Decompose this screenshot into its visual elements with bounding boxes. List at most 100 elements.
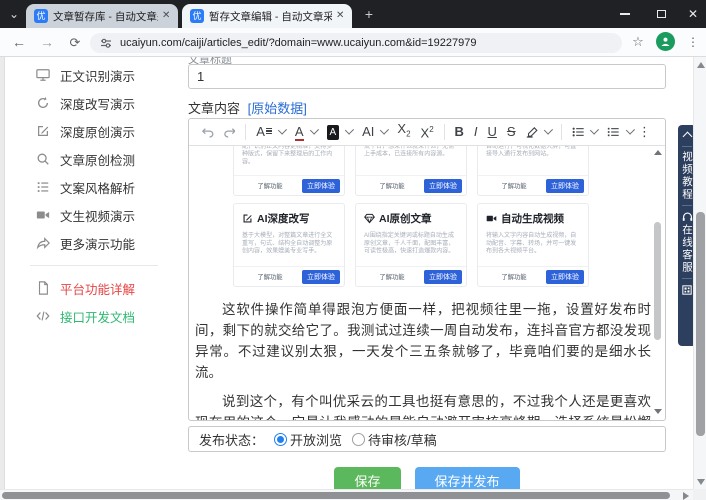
horizontal-scrollbar-thumb[interactable]: [2, 492, 670, 499]
profile-avatar[interactable]: [656, 32, 675, 51]
gem-icon: [364, 213, 375, 224]
scroll-up-arrow-icon[interactable]: [654, 150, 662, 155]
scroll-up-arrow-icon[interactable]: [697, 62, 705, 68]
sidebar-item-more-demos[interactable]: 更多演示功能: [6, 229, 182, 257]
try-now-button[interactable]: 立即体验: [546, 269, 584, 284]
redo-icon[interactable]: [223, 126, 236, 138]
underline-button[interactable]: U: [488, 119, 497, 145]
strikethrough-button[interactable]: S: [507, 119, 516, 145]
try-now-button[interactable]: 立即体验: [546, 178, 584, 193]
radio-open-browse-label[interactable]: 开放浏览: [290, 430, 342, 449]
qr-code-icon[interactable]: [682, 285, 692, 295]
sidebar-item-style-analysis[interactable]: 文案风格解析: [6, 173, 182, 201]
site-settings-icon[interactable]: [100, 37, 112, 49]
publish-status-row: 发布状态： 开放浏览 待审核/草稿: [188, 426, 666, 452]
sidebar-item-deep-original[interactable]: 深度原创演示: [6, 117, 182, 145]
learn-more-link[interactable]: 了解功能: [485, 181, 543, 190]
card-title: AI原创文章: [379, 213, 432, 225]
toolbar-more-icon[interactable]: ⋮: [638, 124, 651, 140]
article-title-input[interactable]: [188, 64, 666, 89]
try-now-button[interactable]: 立即体验: [302, 269, 340, 284]
font-color-button[interactable]: A: [294, 124, 304, 141]
editor-scrollbar[interactable]: [653, 148, 663, 418]
scroll-right-arrow-icon[interactable]: [683, 492, 689, 500]
page-scrollbar-thumb[interactable]: [696, 212, 705, 436]
learn-more-link[interactable]: 了解功能: [241, 181, 299, 190]
tab-close-icon[interactable]: ✕: [162, 11, 172, 21]
favicon-icon: 优: [190, 9, 204, 23]
background-color-button[interactable]: A: [326, 124, 340, 140]
learn-more-link[interactable]: 了解功能: [363, 272, 421, 281]
chevron-down-icon[interactable]: [625, 124, 636, 135]
back-button[interactable]: ←: [10, 34, 28, 52]
chevron-down-icon[interactable]: [380, 124, 390, 135]
sidebar-item-label: 深度原创演示: [60, 125, 136, 140]
save-and-publish-button[interactable]: 保存并发布: [414, 467, 520, 489]
sidebar-item-label: 文章原创检测: [60, 153, 136, 168]
numbered-list-icon[interactable]: [607, 126, 620, 138]
feature-card-ai-article: AI原创文章 AI围绕指定关键词或标题自动生成原创文章，千人千面，配图丰富，可读…: [355, 203, 467, 287]
bold-button[interactable]: B: [455, 119, 464, 145]
panel-divider: [682, 205, 692, 206]
browser-tab-active[interactable]: 优 暂存文章编辑 - 自动文章采集器 ✕: [182, 4, 352, 28]
browser-menu-icon[interactable]: ⋮: [686, 33, 700, 51]
radio-open-browse[interactable]: [274, 432, 288, 446]
try-now-button[interactable]: 立即体验: [302, 178, 340, 193]
browser-tab-inactive[interactable]: 优 文章暂存库 - 自动文章采集器 ✕: [26, 4, 178, 28]
ai-tools-button[interactable]: AI: [362, 119, 374, 145]
address-bar[interactable]: ucaiyun.com/caiji/articles_edit/?domain=…: [90, 33, 622, 53]
favicon-icon: 优: [34, 9, 48, 23]
superscript-button[interactable]: X2: [421, 119, 434, 147]
try-now-button[interactable]: 立即体验: [424, 178, 462, 193]
undo-icon[interactable]: [202, 126, 214, 138]
bullet-list-icon[interactable]: [572, 126, 585, 138]
forward-button[interactable]: →: [38, 34, 56, 52]
card-description: 基于大模型对特殊风格进行手动匹配，识别正文内容更精准，支持多种版式，保留下来整理…: [242, 146, 333, 166]
font-style-button[interactable]: A: [256, 119, 272, 145]
sidebar-divider: [30, 265, 158, 266]
sidebar-item-text-to-video[interactable]: 文生视频演示: [6, 201, 182, 229]
publish-status-label: 发布状态：: [199, 432, 265, 448]
learn-more-link[interactable]: 了解功能: [363, 181, 421, 190]
card-description: AI围绕指定关键词或标题自动生成原创文章，千人千面，配图丰富，可读性极高，快速打…: [364, 232, 455, 255]
bookmark-star-icon[interactable]: ☆: [630, 34, 646, 50]
window-minimize-button[interactable]: [610, 6, 640, 22]
subscript-button[interactable]: X2: [397, 119, 410, 148]
italic-button[interactable]: I: [474, 119, 478, 145]
code-icon: [36, 311, 50, 321]
tab-search-icon[interactable]: ⌄: [6, 7, 22, 23]
chevron-down-icon[interactable]: [590, 124, 600, 135]
scroll-down-arrow-icon[interactable]: [654, 409, 662, 414]
collapse-up-icon[interactable]: [682, 131, 692, 142]
chevron-down-icon[interactable]: [277, 124, 287, 135]
new-tab-button[interactable]: +: [362, 7, 376, 22]
sidebar-item-content-recognition[interactable]: 正文识别演示: [6, 61, 182, 89]
save-button[interactable]: 保存: [334, 467, 401, 489]
original-data-link[interactable]: [原始数据]: [248, 101, 307, 116]
radio-pending-draft[interactable]: [352, 432, 366, 446]
radio-pending-draft-label[interactable]: 待审核/草稿: [368, 430, 437, 449]
learn-more-link[interactable]: 了解功能: [241, 272, 299, 281]
window-close-button[interactable]: ✕: [678, 6, 706, 22]
page-horizontal-scrollbar[interactable]: [0, 489, 693, 500]
editor-scrollbar-thumb[interactable]: [654, 222, 661, 340]
sidebar-item-deep-rewrite[interactable]: 深度改写演示: [6, 89, 182, 117]
sidebar-item-platform-features[interactable]: 平台功能详解: [6, 274, 182, 302]
chevron-down-icon[interactable]: [344, 124, 355, 135]
editor-content[interactable]: 基于大模型对特殊风格进行手动匹配，识别正文内容更精准，支持多种版式，保留下来整理…: [189, 146, 665, 420]
scroll-down-arrow-icon[interactable]: [697, 479, 705, 485]
chevron-down-icon[interactable]: [309, 124, 319, 135]
highlighter-icon[interactable]: [526, 125, 539, 139]
sidebar-item-api-docs[interactable]: 接口开发文档: [6, 302, 182, 330]
reload-button[interactable]: ⟳: [66, 34, 84, 52]
page-vertical-scrollbar[interactable]: [693, 57, 706, 490]
try-now-button[interactable]: 立即体验: [424, 269, 462, 284]
window-maximize-button[interactable]: [646, 6, 676, 22]
edit-pen-icon: [243, 214, 252, 223]
feature-card: 基于大模型对特殊风格进行手动匹配，识别正文内容更精准，支持多种版式，保留下来整理…: [233, 146, 345, 196]
sidebar-item-originality-check[interactable]: 文章原创检测: [6, 145, 182, 173]
tab-close-icon[interactable]: ✕: [336, 11, 346, 21]
learn-more-link[interactable]: 了解功能: [485, 272, 543, 281]
panel-divider: [682, 278, 692, 279]
chevron-down-icon[interactable]: [543, 124, 554, 135]
